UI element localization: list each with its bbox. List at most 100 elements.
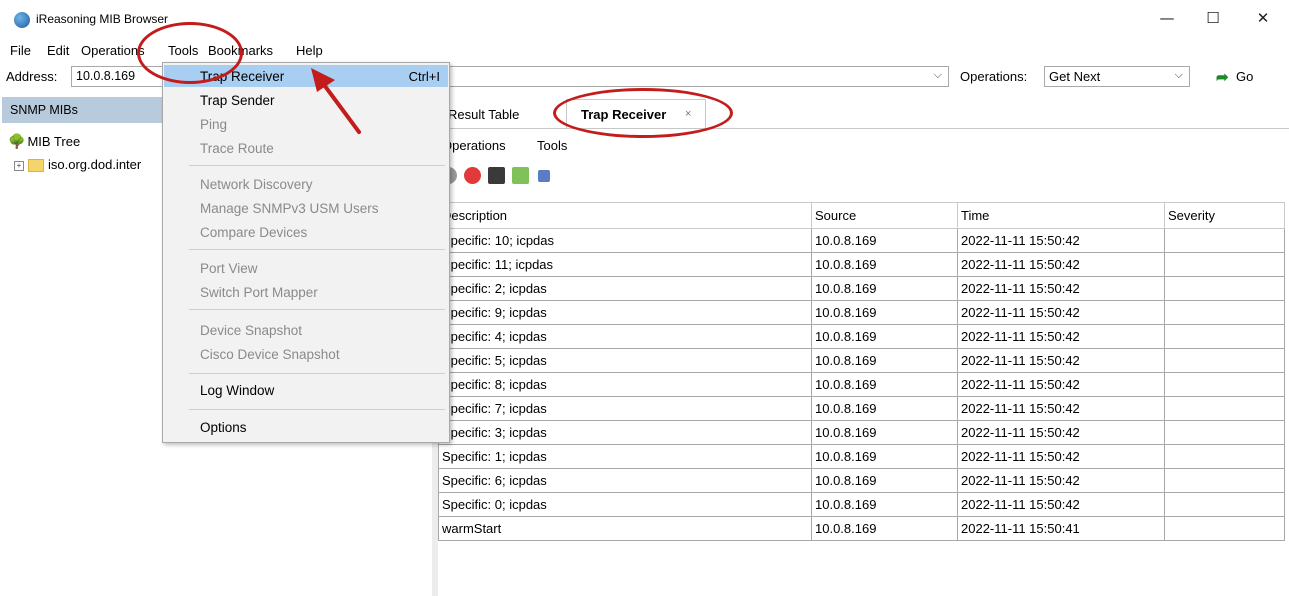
cell-source: 10.0.8.169 <box>811 468 958 493</box>
cell-description: Specific: 4; icpdas <box>438 324 812 349</box>
trap-menu-operations[interactable]: Operations <box>442 138 506 153</box>
table-row[interactable]: Specific: 6; icpdas 10.0.8.169 2022-11-11 … <box>438 468 1285 493</box>
menu-item-label: Log Window <box>200 383 275 398</box>
col-description[interactable]: Description <box>438 202 812 229</box>
tree-icon: 🌳 <box>8 133 26 149</box>
cell-time: 2022-11-11 15:50:42 <box>957 492 1165 517</box>
chevron-down-icon[interactable]: ⌵ <box>934 68 942 82</box>
cell-severity <box>1164 468 1285 493</box>
stop-icon[interactable] <box>464 167 481 184</box>
minimize-button[interactable]: — <box>1144 4 1190 32</box>
settings-icon[interactable] <box>538 170 550 182</box>
menu-item-compare-devices: Compare Devices <box>164 221 448 243</box>
col-severity[interactable]: Severity <box>1164 202 1285 229</box>
menu-help[interactable]: Help <box>296 43 323 58</box>
export-icon[interactable] <box>512 167 529 184</box>
menu-item-label: Trap Receiver <box>200 69 285 84</box>
oid-combobox[interactable]: ⌵ <box>449 66 949 87</box>
table-row[interactable]: Specific: 9; icpdas 10.0.8.169 2022-11-11 … <box>438 300 1285 325</box>
cell-time: 2022-11-11 15:50:42 <box>957 468 1165 493</box>
folder-icon <box>28 159 44 173</box>
menu-item-label: Port View <box>200 261 258 276</box>
cell-description: Specific: 7; icpdas <box>438 396 812 421</box>
annotation-arrow-icon <box>311 68 361 134</box>
cell-time: 2022-11-11 15:50:42 <box>957 276 1165 301</box>
chevron-down-icon[interactable]: ⌵ <box>1175 68 1183 82</box>
close-tab-icon[interactable]: × <box>685 108 691 120</box>
cell-time: 2022-11-11 15:50:42 <box>957 300 1165 325</box>
cell-time: 2022-11-11 15:50:42 <box>957 324 1165 349</box>
cell-source: 10.0.8.169 <box>811 324 958 349</box>
menu-tools[interactable]: Tools <box>168 43 198 58</box>
cell-severity <box>1164 252 1285 277</box>
close-button[interactable]: ✕ <box>1240 4 1286 32</box>
cell-severity <box>1164 444 1285 469</box>
cell-severity <box>1164 348 1285 373</box>
menu-item-port-view: Port View <box>164 257 448 279</box>
operations-select[interactable]: Get Next ⌵ <box>1044 66 1190 87</box>
col-time[interactable]: Time <box>957 202 1165 229</box>
cell-severity <box>1164 300 1285 325</box>
go-button[interactable]: ➦ Go <box>1210 66 1270 87</box>
menu-item-label: Device Snapshot <box>200 323 303 338</box>
menu-item-manage-snmpv3: Manage SNMPv3 USM Users <box>164 197 448 219</box>
menu-item-log-window[interactable]: Log Window <box>164 379 448 401</box>
tree-root[interactable]: 🌳 MIB Tree <box>8 133 80 150</box>
table-row[interactable]: Specific: 7; icpdas 10.0.8.169 2022-11-11 … <box>438 396 1285 421</box>
delete-icon[interactable] <box>488 167 505 184</box>
table-row[interactable]: Specific: 2; icpdas 10.0.8.169 2022-11-11 … <box>438 276 1285 301</box>
table-header-row: Description Source Time Severity <box>438 202 1285 229</box>
menu-bookmarks[interactable]: Bookmarks <box>208 43 273 58</box>
menu-file[interactable]: File <box>10 43 31 58</box>
tree-node-label: iso.org.dod.inter <box>48 157 142 172</box>
cell-time: 2022-11-11 15:50:42 <box>957 444 1165 469</box>
tab-label: Trap Receiver <box>581 107 667 122</box>
cell-severity <box>1164 420 1285 445</box>
maximize-button[interactable]: ☐ <box>1190 4 1236 32</box>
cell-description: Specific: 8; icpdas <box>438 372 812 397</box>
tab-strip: Result Table Trap Receiver × <box>438 95 1289 129</box>
menu-edit[interactable]: Edit <box>47 43 69 58</box>
menu-separator <box>189 373 445 374</box>
tab-trap-receiver[interactable]: Trap Receiver × <box>566 99 706 128</box>
cell-severity <box>1164 492 1285 517</box>
table-row[interactable]: Specific: 11; icpdas 10.0.8.169 2022-11-11… <box>438 252 1285 277</box>
trap-table: Description Source Time Severity Specifi… <box>438 202 1285 541</box>
table-row[interactable]: Specific: 8; icpdas 10.0.8.169 2022-11-11 … <box>438 372 1285 397</box>
cell-time: 2022-11-11 15:50:41 <box>957 516 1165 541</box>
cell-description: Specific: 11; icpdas <box>438 252 812 277</box>
table-row[interactable]: Specific: 5; icpdas 10.0.8.169 2022-11-11 … <box>438 348 1285 373</box>
menu-item-options[interactable]: Options <box>164 416 448 438</box>
cell-severity <box>1164 324 1285 349</box>
cell-description: Specific: 0; icpdas <box>438 492 812 517</box>
cell-time: 2022-11-11 15:50:42 <box>957 396 1165 421</box>
tree-root-label: MIB Tree <box>27 134 81 149</box>
menu-item-shortcut: Ctrl+I <box>408 69 440 84</box>
menu-item-label: Ping <box>200 117 228 132</box>
window-title: iReasoning MIB Browser <box>36 12 169 26</box>
trap-menu-tools[interactable]: Tools <box>537 138 567 153</box>
cell-source: 10.0.8.169 <box>811 348 958 373</box>
cell-time: 2022-11-11 15:50:42 <box>957 372 1165 397</box>
menu-item-device-snapshot: Device Snapshot <box>164 319 448 341</box>
table-row[interactable]: Specific: 0; icpdas 10.0.8.169 2022-11-11 … <box>438 492 1285 517</box>
menu-item-label: Network Discovery <box>200 177 313 192</box>
tree-node-iso[interactable]: + iso.org.dod.inter <box>14 157 142 173</box>
go-arrow-icon: ➦ <box>1216 69 1229 86</box>
menu-item-label: Manage SNMPv3 USM Users <box>200 201 379 216</box>
table-row[interactable]: Specific: 4; icpdas 10.0.8.169 2022-11-11 … <box>438 324 1285 349</box>
cell-severity <box>1164 516 1285 541</box>
table-row[interactable]: Specific: 3; icpdas 10.0.8.169 2022-11-11 … <box>438 420 1285 445</box>
expand-icon[interactable]: + <box>14 160 24 171</box>
cell-source: 10.0.8.169 <box>811 444 958 469</box>
menu-operations[interactable]: Operations <box>81 43 145 58</box>
cell-description: Specific: 1; icpdas <box>438 444 812 469</box>
table-row[interactable]: Specific: 1; icpdas 10.0.8.169 2022-11-11 … <box>438 444 1285 469</box>
cell-time: 2022-11-11 15:50:42 <box>957 348 1165 373</box>
go-label: Go <box>1236 69 1254 84</box>
address-label: Address: <box>6 69 58 84</box>
tab-result-table[interactable]: Result Table <box>444 99 552 128</box>
table-row[interactable]: warmStart 10.0.8.169 2022-11-11 15:50:41 <box>438 516 1285 541</box>
col-source[interactable]: Source <box>811 202 958 229</box>
table-row[interactable]: Specific: 10; icpdas 10.0.8.169 2022-11-11… <box>438 228 1285 253</box>
